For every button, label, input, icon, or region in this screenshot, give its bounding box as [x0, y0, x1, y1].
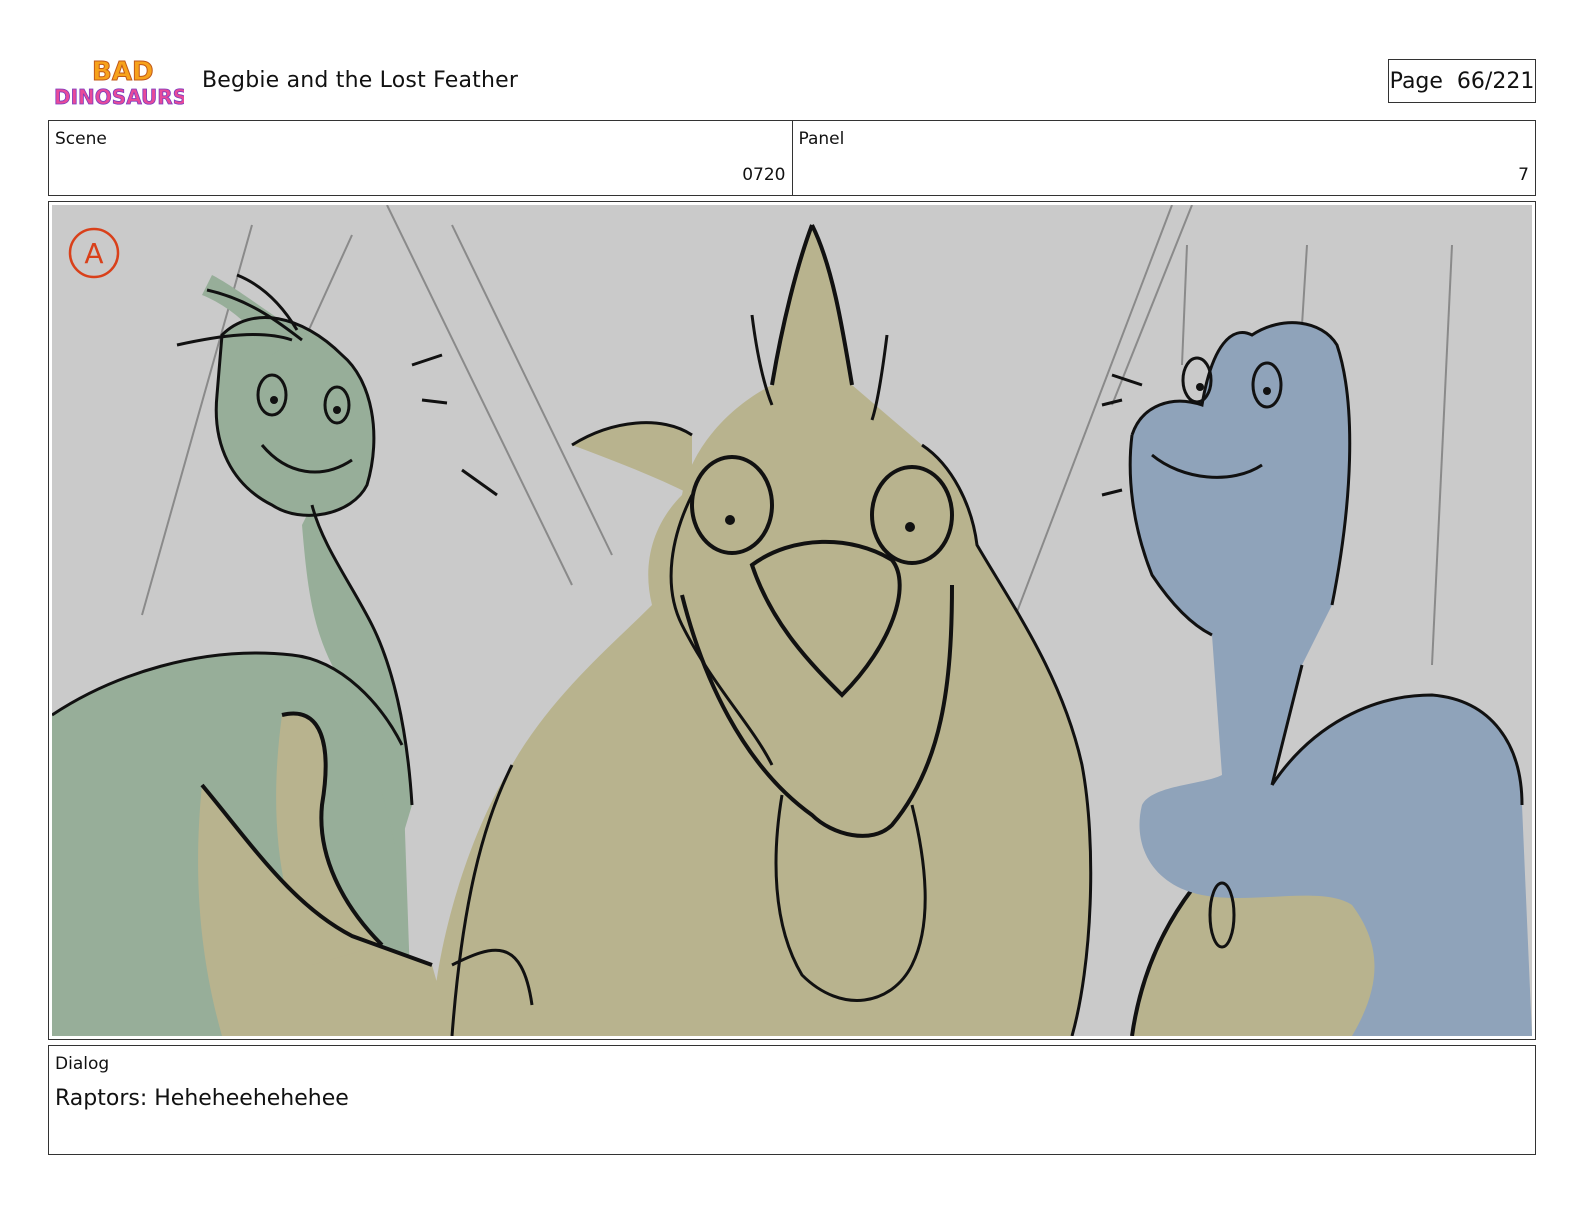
page-number: Page 66/221: [1388, 59, 1536, 103]
svg-text:A: A: [84, 237, 103, 270]
panel-value: 7: [1518, 165, 1529, 185]
document-title: Begbie and the Lost Feather: [202, 68, 519, 93]
svg-text:BAD: BAD: [92, 57, 154, 87]
dialog-text: Raptors: Heheheehehehee: [55, 1086, 349, 1111]
dialog-label: Dialog: [55, 1054, 110, 1074]
bad-dinosaurs-logo: BAD DINOSAURS: [54, 54, 188, 112]
scene-value: 0720: [742, 165, 786, 185]
panel-label: Panel: [798, 129, 845, 149]
svg-text:DINOSAURS: DINOSAURS: [54, 85, 184, 109]
scene-panel-row: Scene 0720 Panel 7: [48, 120, 1536, 196]
dialog-box: Dialog Raptors: Heheheehehehee: [48, 1045, 1536, 1155]
scene-cell: Scene 0720: [49, 121, 792, 195]
storyboard-drawing: A: [52, 205, 1532, 1036]
panel-cell: Panel 7: [791, 121, 1536, 195]
scene-label: Scene: [55, 129, 107, 149]
storyboard-frame: A: [48, 201, 1536, 1040]
